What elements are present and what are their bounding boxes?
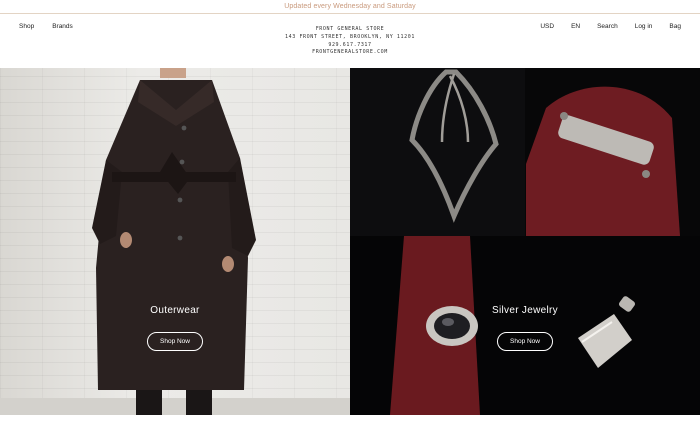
- outerwear-title: Outerwear: [150, 305, 200, 316]
- nav-right: USD EN Search Log in Bag: [540, 23, 681, 30]
- silver-jewelry-panel[interactable]: Silver Jewelry Shop Now: [350, 68, 700, 415]
- store-info: FRONT GENERAL STORE 143 FRONT STREET, BR…: [0, 26, 700, 57]
- store-website[interactable]: FRONTGENERALSTORE.COM: [0, 49, 700, 57]
- coat-model-image: [0, 68, 350, 415]
- currency-selector[interactable]: USD: [540, 23, 554, 30]
- language-selector[interactable]: EN: [571, 23, 580, 30]
- header: Shop Brands FRONT GENERAL STORE 143 FRON…: [0, 14, 700, 68]
- store-address: 143 FRONT STREET, BROOKLYN, NY 11201: [285, 33, 415, 40]
- bag-link[interactable]: Bag: [669, 23, 681, 30]
- announcement-bar: Updated every Wednesday and Saturday: [0, 0, 700, 14]
- search-link[interactable]: Search: [597, 23, 618, 30]
- store-phone: 929.617.7317: [328, 41, 372, 48]
- outerwear-shop-now-button[interactable]: Shop Now: [147, 332, 203, 351]
- jewelry-collage-image: [350, 68, 700, 415]
- login-link[interactable]: Log in: [635, 23, 653, 30]
- announcement-text: Updated every Wednesday and Saturday: [284, 3, 416, 10]
- silver-jewelry-shop-now-button[interactable]: Shop Now: [497, 332, 553, 351]
- silver-jewelry-title: Silver Jewelry: [492, 305, 558, 316]
- outerwear-panel[interactable]: Outerwear Shop Now: [0, 68, 350, 415]
